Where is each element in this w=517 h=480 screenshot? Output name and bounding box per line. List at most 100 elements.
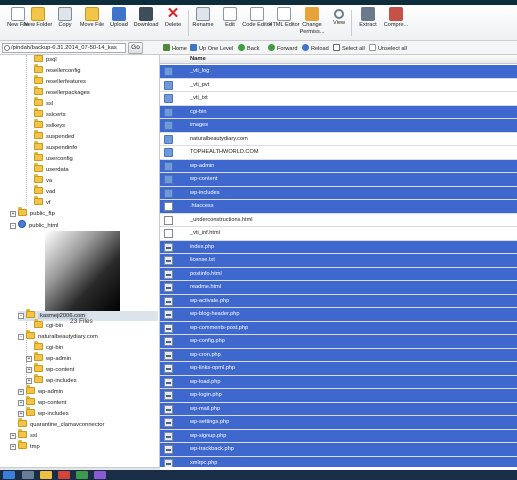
reload-link[interactable]: Reload bbox=[302, 44, 329, 52]
file-name: wp-content bbox=[190, 176, 218, 182]
forward-link[interactable]: Forward bbox=[268, 44, 298, 52]
collapse-icon[interactable]: - bbox=[10, 223, 16, 229]
tree-item[interactable]: - public_html bbox=[10, 220, 58, 230]
tree-item[interactable]: resellerfeatures bbox=[34, 75, 86, 87]
tree-item[interactable]: suspended bbox=[34, 130, 74, 142]
php-file-icon bbox=[164, 256, 173, 265]
expand-icon[interactable]: + bbox=[26, 367, 32, 373]
file-row[interactable]: xmlrpc.php bbox=[160, 456, 517, 467]
task-app-icon[interactable] bbox=[94, 471, 106, 479]
up-one-level-link[interactable]: Up One Level bbox=[190, 44, 233, 52]
tree-item[interactable]: + ssl bbox=[10, 429, 37, 441]
tree-item[interactable]: + wp-admin bbox=[18, 385, 63, 397]
file-row[interactable]: wp-login.php bbox=[160, 389, 517, 403]
tree-item[interactable]: resellerpackages bbox=[34, 86, 90, 98]
file-row[interactable]: _vti_pvt bbox=[160, 78, 517, 92]
file-row[interactable]: _underconstructions.html bbox=[160, 213, 517, 227]
file-row[interactable]: readme.html bbox=[160, 281, 517, 295]
task-app-icon[interactable] bbox=[76, 471, 88, 479]
tree-item[interactable]: - naturalbeautydiary.com bbox=[18, 330, 98, 342]
select-all-link[interactable]: Select all bbox=[333, 44, 365, 52]
file-icon bbox=[164, 229, 173, 238]
checkbox-checked-icon bbox=[333, 44, 340, 51]
collapse-icon[interactable]: - bbox=[18, 334, 24, 340]
tree-item[interactable]: + public_ftp bbox=[10, 207, 55, 219]
expand-icon[interactable]: + bbox=[18, 389, 24, 395]
delete-button[interactable]: ✕ Delete bbox=[157, 6, 189, 40]
tree-item[interactable]: vf bbox=[34, 196, 51, 208]
file-row[interactable]: wp-blog-header.php bbox=[160, 308, 517, 322]
tree-item[interactable]: sslcerts bbox=[34, 108, 66, 120]
folder-icon bbox=[26, 330, 35, 339]
file-row[interactable]: images bbox=[160, 119, 517, 133]
file-row[interactable]: naturalbeautydiary.com bbox=[160, 132, 517, 146]
expand-icon[interactable]: + bbox=[26, 378, 32, 384]
tree-item[interactable]: suspendinfo bbox=[34, 141, 77, 153]
file-row[interactable]: wp-cron.php bbox=[160, 348, 517, 362]
compress-button[interactable]: Compre... bbox=[380, 6, 412, 40]
expand-icon[interactable]: + bbox=[26, 356, 32, 362]
file-name: wp-activate.php bbox=[190, 297, 230, 304]
folder-icon bbox=[164, 148, 173, 157]
expand-icon[interactable]: + bbox=[18, 411, 24, 417]
file-row[interactable]: _vti_inf.html bbox=[160, 227, 517, 241]
file-row[interactable]: wp-mail.php bbox=[160, 402, 517, 416]
tree-item[interactable]: + wp-includes bbox=[26, 374, 77, 386]
php-file-icon bbox=[164, 445, 173, 454]
collapse-icon[interactable]: - bbox=[18, 313, 24, 319]
expand-icon[interactable]: + bbox=[18, 400, 24, 406]
file-row[interactable]: .htaccess bbox=[160, 200, 517, 214]
column-header-name[interactable]: Name bbox=[190, 55, 206, 64]
tree-item[interactable]: + wp-admin bbox=[26, 352, 71, 364]
task-app-icon[interactable] bbox=[22, 471, 34, 479]
file-row[interactable]: index.php bbox=[160, 240, 517, 254]
tree-item[interactable]: + tmp bbox=[10, 440, 40, 452]
php-file-icon bbox=[164, 431, 173, 441]
file-row[interactable]: wp-load.php bbox=[160, 375, 517, 389]
tree-item[interactable]: sslkeys bbox=[34, 119, 65, 131]
upload-icon bbox=[112, 7, 126, 21]
file-row[interactable]: wp-trackback.php bbox=[160, 443, 517, 457]
tree-item[interactable]: quarantine_clamavconnector bbox=[18, 418, 104, 430]
globe-icon bbox=[18, 220, 26, 228]
tree-item[interactable]: cgi-bin bbox=[34, 341, 63, 353]
folder-icon[interactable] bbox=[40, 471, 52, 479]
file-list-header: Name bbox=[160, 55, 517, 64]
task-app-icon[interactable] bbox=[58, 471, 70, 479]
file-row[interactable]: wp-config.php bbox=[160, 335, 517, 349]
file-row[interactable]: wp-admin bbox=[160, 159, 517, 173]
file-row[interactable]: wp-comments-post.php bbox=[160, 321, 517, 335]
file-row[interactable]: cgi-bin bbox=[160, 105, 517, 119]
file-row[interactable]: TOPHEALTHWORLD.COM bbox=[160, 146, 517, 160]
tree-item[interactable]: cgi-bin bbox=[34, 319, 63, 331]
file-row[interactable]: wp-signup.php bbox=[160, 429, 517, 443]
file-name: wp-blog-header.php bbox=[190, 311, 240, 317]
folder-icon bbox=[34, 97, 43, 106]
tree-item[interactable]: resellerconfig bbox=[34, 64, 80, 76]
file-name: postinfo.html bbox=[190, 270, 222, 277]
file-row[interactable]: wp-settings.php bbox=[160, 416, 517, 430]
tree-item[interactable]: userconfig bbox=[34, 152, 73, 164]
file-row[interactable]: _vti_txt bbox=[160, 92, 517, 106]
expand-icon[interactable]: + bbox=[10, 444, 16, 450]
start-button-icon[interactable] bbox=[3, 471, 15, 479]
file-row[interactable]: wp-content bbox=[160, 173, 517, 187]
go-button[interactable]: Go bbox=[128, 42, 143, 54]
file-row[interactable]: wp-includes bbox=[160, 186, 517, 200]
file-row[interactable]: _vti_log bbox=[160, 65, 517, 79]
expand-icon[interactable]: + bbox=[10, 211, 16, 217]
file-row[interactable]: wp-links-opml.php bbox=[160, 362, 517, 376]
checkbox-unchecked-icon bbox=[369, 44, 376, 51]
tree-item[interactable]: + wp-includes bbox=[18, 407, 69, 419]
file-row[interactable]: wp-activate.php bbox=[160, 294, 517, 308]
expand-icon[interactable]: + bbox=[10, 433, 16, 439]
php-file-icon bbox=[164, 391, 173, 400]
file-row[interactable]: postinfo.html bbox=[160, 267, 517, 281]
file-row[interactable]: license.txt bbox=[160, 254, 517, 268]
path-input[interactable]: /pindah/backup-6.31.2014_07-50-14_kas bbox=[2, 43, 126, 53]
unselect-all-link[interactable]: Unselect all bbox=[369, 44, 407, 52]
tree-item[interactable]: userdata bbox=[34, 163, 69, 175]
home-link[interactable]: Home bbox=[163, 44, 187, 52]
file-name: _vti_log bbox=[190, 68, 210, 74]
back-link[interactable]: Back bbox=[238, 44, 259, 52]
